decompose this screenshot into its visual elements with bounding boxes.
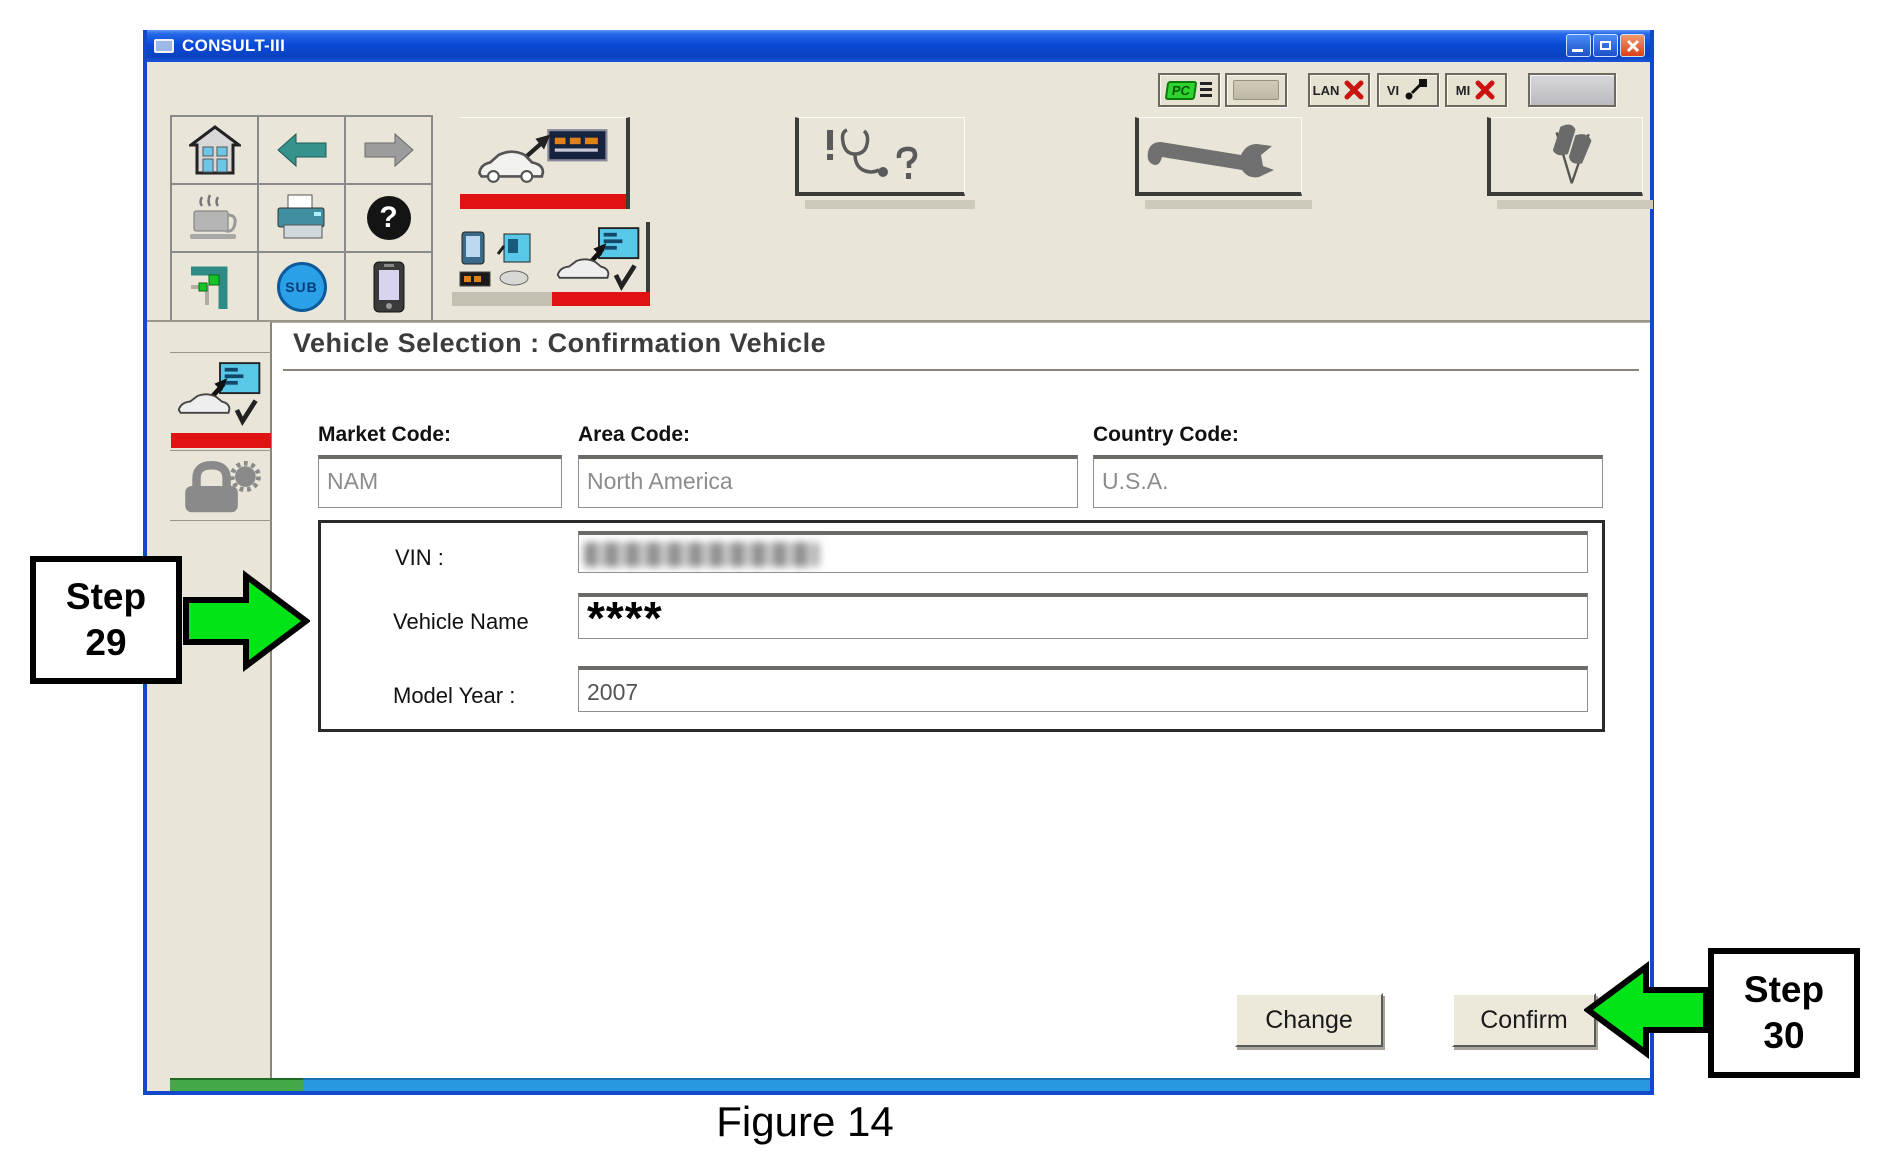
close-button[interactable] bbox=[1620, 34, 1645, 57]
diagnosis-tab-icon bbox=[817, 124, 947, 186]
page-title: Vehicle Selection : Confirmation Vehicle bbox=[293, 328, 826, 359]
nav-grid: ? SUB bbox=[170, 115, 433, 322]
sidebar-item-vehicle-confirm[interactable] bbox=[175, 360, 265, 435]
active-tab-underline bbox=[460, 194, 626, 209]
market-code-label: Market Code: bbox=[318, 423, 451, 447]
tab-flags[interactable] bbox=[1487, 117, 1643, 196]
mi-error-icon bbox=[1474, 79, 1496, 101]
vehicle-details-box: VIN : Vehicle Name **** Model Year : 200… bbox=[318, 520, 1605, 732]
phone-icon bbox=[372, 260, 406, 314]
home-icon bbox=[189, 125, 241, 175]
green-arrow-left-icon bbox=[1584, 958, 1710, 1062]
market-code-field[interactable]: NAM bbox=[318, 455, 562, 508]
back-button[interactable] bbox=[258, 116, 345, 184]
exit-route-icon bbox=[187, 261, 243, 313]
vehicle-confirm-icon bbox=[175, 360, 265, 430]
step-29-callout: Step 29 bbox=[30, 556, 182, 684]
app-icon bbox=[154, 39, 174, 53]
mi-status-indicator: MI bbox=[1445, 73, 1507, 107]
status-indicator-empty bbox=[1225, 73, 1287, 107]
pc-connected-icon: PC bbox=[1165, 81, 1198, 100]
coffee-icon bbox=[188, 193, 242, 243]
subtab-underline-active bbox=[552, 292, 650, 306]
tools-tab-icon bbox=[1145, 127, 1295, 183]
figure-caption: Figure 14 bbox=[610, 1098, 1000, 1146]
subtab-underline-inactive bbox=[452, 292, 552, 306]
confirm-button[interactable]: Confirm bbox=[1452, 993, 1596, 1047]
sidebar-item-security[interactable] bbox=[177, 454, 263, 521]
sub-mode-button[interactable]: SUB bbox=[258, 252, 345, 321]
consult-window: CONSULT-III PC LAN VI MI bbox=[143, 30, 1654, 1095]
exit-route-button[interactable] bbox=[171, 252, 258, 321]
progress-bar-green bbox=[170, 1078, 303, 1091]
lan-status-indicator: LAN bbox=[1308, 73, 1370, 107]
vin-redacted-blur bbox=[584, 542, 819, 567]
tab-diagnosis[interactable] bbox=[795, 117, 965, 196]
tab-tools[interactable] bbox=[1135, 117, 1302, 196]
restore-icon bbox=[1600, 41, 1611, 50]
model-year-field[interactable]: 2007 bbox=[578, 666, 1588, 712]
sub-icon: SUB bbox=[277, 262, 327, 312]
sidebar-divider bbox=[170, 352, 272, 353]
pc-pins-icon bbox=[1200, 82, 1212, 99]
printer-icon bbox=[274, 193, 330, 243]
change-button[interactable]: Change bbox=[1235, 993, 1383, 1047]
progress-bar-blue bbox=[303, 1078, 1650, 1091]
forward-button[interactable] bbox=[345, 116, 432, 184]
country-code-field[interactable]: U.S.A. bbox=[1093, 455, 1603, 508]
title-separator bbox=[283, 369, 1639, 371]
close-icon bbox=[1625, 38, 1641, 54]
area-code-label: Area Code: bbox=[578, 423, 690, 447]
page: CONSULT-III PC LAN VI MI bbox=[0, 0, 1903, 1171]
coffee-break-button[interactable] bbox=[171, 184, 258, 252]
forward-arrow-icon bbox=[363, 130, 415, 170]
device-link-subtab-icon bbox=[458, 228, 546, 294]
tab-shadow bbox=[1145, 200, 1312, 209]
minimize-icon bbox=[1572, 49, 1583, 52]
tab-vehicle-selection[interactable] bbox=[460, 117, 630, 209]
title-bar: CONSULT-III bbox=[147, 30, 1650, 62]
vehicle-name-field[interactable]: **** bbox=[578, 593, 1588, 639]
vi-status-indicator: VI bbox=[1377, 73, 1439, 107]
status-indicator-blank-right bbox=[1528, 73, 1616, 107]
vehicle-name-label: Vehicle Name bbox=[393, 609, 529, 635]
area-code-field[interactable]: North America bbox=[578, 455, 1078, 508]
vehicle-confirm-subtab-icon bbox=[554, 226, 644, 294]
step-30-callout: Step 30 bbox=[1708, 948, 1860, 1078]
vehicle-name-redacted: **** bbox=[587, 608, 1587, 628]
phone-button[interactable] bbox=[345, 252, 432, 321]
model-year-label: Model Year : bbox=[393, 683, 515, 709]
lan-error-icon bbox=[1343, 79, 1365, 101]
vehicle-select-tab-icon bbox=[474, 128, 614, 184]
sidebar-active-underline bbox=[171, 433, 271, 448]
country-code-label: Country Code: bbox=[1093, 423, 1239, 447]
home-button[interactable] bbox=[171, 116, 258, 184]
green-arrow-right-icon bbox=[182, 566, 310, 676]
pc-status-indicator: PC bbox=[1158, 73, 1220, 107]
help-icon: ? bbox=[367, 196, 411, 240]
minimize-button[interactable] bbox=[1566, 34, 1591, 57]
print-button[interactable] bbox=[258, 184, 345, 252]
vi-link-icon bbox=[1403, 78, 1429, 102]
restore-button[interactable] bbox=[1593, 34, 1618, 57]
sidebar-divider bbox=[170, 450, 272, 451]
help-button[interactable]: ? bbox=[345, 184, 432, 252]
vin-field[interactable] bbox=[578, 531, 1588, 573]
blank-indicator-icon bbox=[1233, 80, 1279, 100]
lock-gear-icon bbox=[177, 454, 263, 516]
vin-label: VIN : bbox=[395, 545, 444, 571]
back-arrow-icon bbox=[276, 130, 328, 170]
window-title: CONSULT-III bbox=[182, 36, 285, 56]
tab-shadow bbox=[805, 200, 975, 209]
tab-shadow bbox=[1497, 200, 1653, 209]
flags-tab-icon bbox=[1534, 123, 1600, 187]
